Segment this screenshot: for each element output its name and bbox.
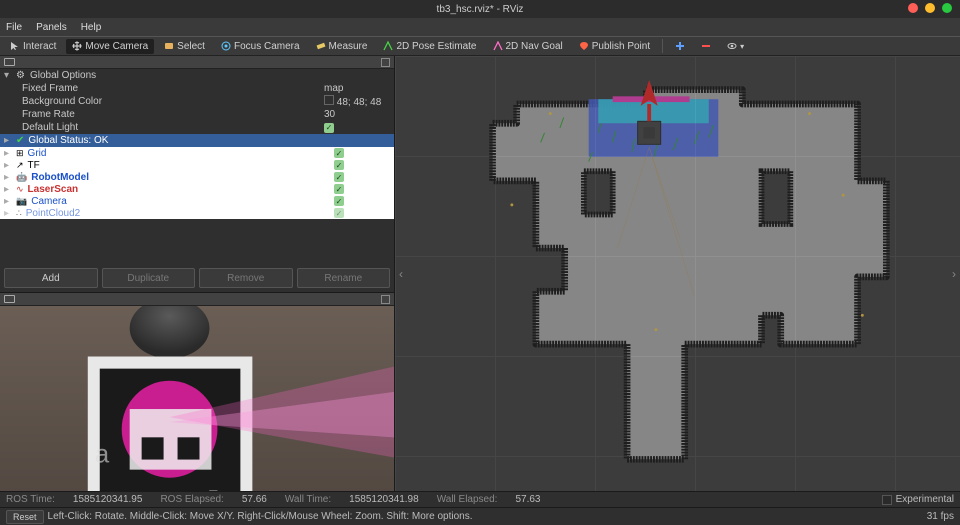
- left-pane: ▾ ⚙ Global Options Fixed Frame map Backg…: [0, 56, 395, 491]
- property-tree[interactable]: ▾ ⚙ Global Options Fixed Frame map Backg…: [0, 69, 394, 147]
- checkbox-unchecked-icon[interactable]: [882, 495, 892, 505]
- viewport-nav-left: ‹: [399, 267, 403, 281]
- display-item-robotmodel[interactable]: ▸🤖 RobotModel: [0, 171, 394, 183]
- maximize-window-button[interactable]: [942, 3, 952, 13]
- wall-elapsed-label: Wall Elapsed:: [437, 494, 498, 505]
- ros-elapsed-label: ROS Elapsed:: [160, 494, 223, 505]
- chevron-down-icon: ▾: [740, 42, 744, 51]
- tool-focus-camera[interactable]: Focus Camera: [215, 39, 306, 54]
- tool-select[interactable]: Select: [158, 39, 211, 54]
- display-item-camera[interactable]: ▸📷 Camera: [0, 195, 394, 207]
- panel-icon: [4, 295, 15, 303]
- menu-help[interactable]: Help: [81, 22, 102, 33]
- camera-panel-header[interactable]: [0, 293, 394, 306]
- wall-time-label: Wall Time:: [285, 494, 331, 505]
- toolbar: Interact Move Camera Select Focus Camera…: [0, 36, 960, 56]
- nav-goal-icon: [493, 41, 503, 51]
- ros-elapsed-value: 57.66: [242, 494, 267, 505]
- checkbox-checked-icon[interactable]: [324, 123, 334, 133]
- duplicate-button[interactable]: Duplicate: [102, 268, 196, 288]
- svg-text:_: _: [208, 475, 217, 491]
- display-item-grid[interactable]: ▸⊞ Grid: [0, 147, 394, 159]
- measure-icon: [316, 41, 326, 51]
- tool-publish-point[interactable]: Publish Point: [573, 39, 656, 54]
- tool-measure[interactable]: Measure: [310, 39, 374, 54]
- prop-frame-rate[interactable]: Frame Rate 30: [0, 108, 394, 121]
- wall-elapsed-value: 57.63: [515, 494, 540, 505]
- hintbar: Reset Left-Click: Rotate. Middle-Click: …: [0, 507, 960, 525]
- checkbox-checked-icon[interactable]: [334, 208, 344, 218]
- close-window-button[interactable]: [908, 3, 918, 13]
- remove-button[interactable]: Remove: [199, 268, 293, 288]
- menu-file[interactable]: File: [6, 22, 22, 33]
- chevron-left-icon[interactable]: ‹: [399, 267, 403, 281]
- fps-value: 31 fps: [927, 511, 954, 522]
- checkbox-checked-icon[interactable]: [334, 184, 344, 194]
- displays-panel: ▾ ⚙ Global Options Fixed Frame map Backg…: [0, 56, 394, 292]
- tool-view-dropdown[interactable]: ▾: [721, 39, 750, 53]
- ros-time-value: 1585120341.95: [73, 494, 143, 505]
- statusbar: ROS Time: 1585120341.95 ROS Elapsed: 57.…: [0, 491, 960, 507]
- window-controls: [908, 3, 952, 13]
- minimize-window-button[interactable]: [925, 3, 935, 13]
- tool-remove-display[interactable]: [695, 39, 717, 53]
- checkbox-checked-icon[interactable]: [334, 160, 344, 170]
- panel-undock-icon[interactable]: [381, 58, 390, 67]
- focus-camera-icon: [221, 41, 231, 51]
- menu-panels[interactable]: Panels: [36, 22, 67, 33]
- chevron-right-icon[interactable]: ›: [952, 267, 956, 281]
- prop-background-color[interactable]: Background Color 48; 48; 48: [0, 95, 394, 108]
- display-item-laserscan[interactable]: ▸∿ LaserScan: [0, 183, 394, 195]
- collapse-icon[interactable]: ▾: [4, 70, 12, 81]
- eye-icon: [727, 41, 737, 51]
- tree-spacer: [0, 219, 394, 264]
- color-swatch: [324, 95, 334, 105]
- tree-global-options[interactable]: ▾ ⚙ Global Options: [0, 69, 394, 82]
- tree-global-status[interactable]: ▸ ✔ Global Status: OK: [0, 134, 394, 147]
- prop-fixed-frame[interactable]: Fixed Frame map: [0, 82, 394, 95]
- panel-icon: [4, 58, 15, 66]
- viewport-nav-right: ›: [952, 267, 956, 281]
- cursor-icon: [10, 41, 20, 51]
- menubar: File Panels Help: [0, 18, 960, 36]
- rename-button[interactable]: Rename: [297, 268, 391, 288]
- add-button[interactable]: Add: [4, 268, 98, 288]
- pose-estimate-icon: [383, 41, 393, 51]
- checkbox-checked-icon[interactable]: [334, 196, 344, 206]
- toolbar-separator: [662, 39, 663, 53]
- display-items-list[interactable]: ▸⊞ Grid ▸↗ TF ▸🤖 RobotModel ▸∿ LaserScan: [0, 147, 394, 219]
- tool-move-camera[interactable]: Move Camera: [66, 39, 154, 54]
- window-title: tb3_hsc.rviz* - RViz: [437, 4, 524, 15]
- titlebar: tb3_hsc.rviz* - RViz: [0, 0, 960, 18]
- publish-point-icon: [579, 41, 589, 51]
- checkbox-checked-icon[interactable]: [334, 172, 344, 182]
- tool-2d-pose-estimate[interactable]: 2D Pose Estimate: [377, 39, 482, 54]
- grid-background: [395, 56, 960, 491]
- display-item-pointcloud2[interactable]: ▸∴ PointCloud2: [0, 207, 394, 219]
- plus-icon: [675, 41, 685, 51]
- wall-time-value: 1585120341.98: [349, 494, 419, 505]
- display-item-tf[interactable]: ▸↗ TF: [0, 159, 394, 171]
- tool-2d-nav-goal[interactable]: 2D Nav Goal: [487, 39, 569, 54]
- reset-button[interactable]: Reset: [6, 510, 44, 524]
- select-icon: [164, 41, 174, 51]
- move-camera-icon: [72, 41, 82, 51]
- svg-text:a: a: [95, 438, 110, 468]
- ros-time-label: ROS Time:: [6, 494, 55, 505]
- hint-text: Left-Click: Rotate. Middle-Click: Move X…: [48, 511, 473, 522]
- expand-icon[interactable]: ▸: [4, 135, 12, 146]
- display-buttons: Add Duplicate Remove Rename: [0, 264, 394, 292]
- experimental-toggle[interactable]: Experimental: [882, 494, 954, 505]
- minus-icon: [701, 41, 711, 51]
- tool-add-display[interactable]: [669, 39, 691, 53]
- prop-default-light[interactable]: Default Light: [0, 121, 394, 134]
- checkbox-checked-icon[interactable]: [334, 148, 344, 158]
- workspace: ▾ ⚙ Global Options Fixed Frame map Backg…: [0, 56, 960, 491]
- panel-undock-icon[interactable]: [381, 295, 390, 304]
- displays-panel-header[interactable]: [0, 56, 394, 69]
- tool-interact[interactable]: Interact: [4, 39, 62, 54]
- viewport-3d[interactable]: ‹ ›: [395, 56, 960, 491]
